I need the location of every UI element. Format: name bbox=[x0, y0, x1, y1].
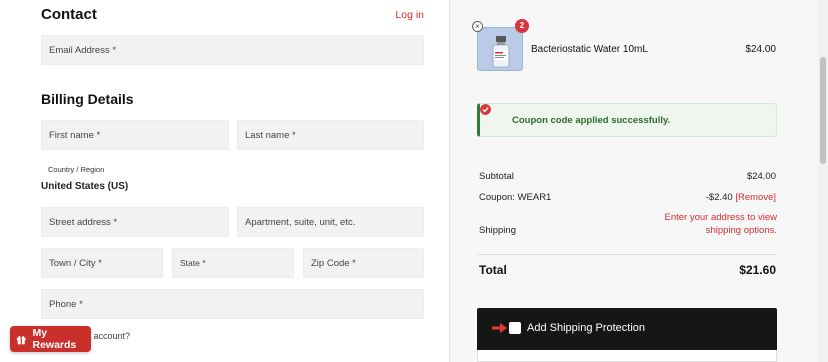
total-label: Total bbox=[479, 263, 507, 277]
phone-field[interactable]: Phone * bbox=[41, 289, 424, 319]
email-field-placeholder: Email Address * bbox=[49, 44, 117, 56]
last-name-field[interactable]: Last name * bbox=[237, 120, 424, 150]
contact-heading: Contact bbox=[41, 6, 97, 23]
coupon-label: Coupon: WEAR1 bbox=[479, 192, 552, 203]
remove-item-icon[interactable]: × bbox=[472, 21, 483, 32]
city-placeholder: Town / City * bbox=[49, 257, 102, 269]
last-name-placeholder: Last name * bbox=[245, 129, 296, 141]
zip-field[interactable]: Zip Code * bbox=[303, 248, 424, 278]
shipping-protection-bar: Add Shipping Protection bbox=[477, 308, 777, 350]
country-value[interactable]: United States (US) bbox=[41, 181, 128, 192]
street-address-field[interactable]: Street address * bbox=[41, 207, 229, 237]
email-field[interactable]: Email Address * bbox=[41, 35, 424, 65]
total-divider bbox=[477, 254, 777, 255]
gift-icon bbox=[16, 335, 26, 344]
product-price: $24.00 bbox=[745, 44, 776, 55]
coupon-remove-link[interactable]: [Remove] bbox=[735, 192, 776, 203]
checkout-form: Contact Log in Email Address * Billing D… bbox=[0, 0, 449, 362]
subtotal-label: Subtotal bbox=[479, 171, 514, 182]
shipping-protection-checkbox[interactable] bbox=[509, 322, 521, 334]
page-scrollbar[interactable] bbox=[818, 0, 828, 362]
total-value: $21.60 bbox=[739, 263, 776, 277]
apartment-placeholder: Apartment, suite, unit, etc. bbox=[245, 216, 356, 228]
coupon-success-text: Coupon code applied successfully. bbox=[512, 115, 671, 126]
phone-placeholder: Phone * bbox=[49, 298, 83, 310]
scrollbar-thumb[interactable] bbox=[820, 57, 826, 164]
country-label: Country / Region bbox=[48, 165, 105, 174]
vial-image bbox=[492, 36, 510, 68]
zip-placeholder: Zip Code * bbox=[311, 257, 356, 269]
shipping-protection-label: Add Shipping Protection bbox=[527, 322, 646, 334]
arrow-right-icon bbox=[492, 323, 507, 333]
coupon-discount: -$2.40 bbox=[705, 192, 733, 203]
billing-heading: Billing Details bbox=[41, 91, 134, 107]
apartment-field[interactable]: Apartment, suite, unit, etc. bbox=[237, 207, 424, 237]
shipping-message: Enter your address to view shipping opti… bbox=[664, 212, 777, 236]
first-name-placeholder: First name * bbox=[49, 129, 101, 141]
coupon-row: -$2.40 [Remove] bbox=[706, 192, 776, 203]
city-field[interactable]: Town / City * bbox=[41, 248, 163, 278]
state-field[interactable]: State * bbox=[172, 248, 294, 278]
create-account-text[interactable]: n account? bbox=[86, 331, 130, 341]
product-name: Bacteriostatic Water 10mL bbox=[531, 44, 648, 55]
my-rewards-button[interactable]: My Rewards bbox=[10, 326, 91, 352]
my-rewards-label: My Rewards bbox=[32, 327, 77, 351]
quantity-badge: 2 bbox=[515, 19, 529, 33]
shipping-label: Shipping bbox=[479, 225, 516, 236]
street-address-placeholder: Street address * bbox=[49, 216, 118, 228]
first-name-field[interactable]: First name * bbox=[41, 120, 229, 150]
login-link[interactable]: Log in bbox=[395, 9, 424, 21]
product-thumbnail bbox=[477, 27, 523, 71]
shipping-protection-body bbox=[477, 350, 777, 362]
state-placeholder: State * bbox=[180, 258, 206, 268]
subtotal-value: $24.00 bbox=[746, 171, 776, 182]
check-icon bbox=[480, 104, 491, 115]
